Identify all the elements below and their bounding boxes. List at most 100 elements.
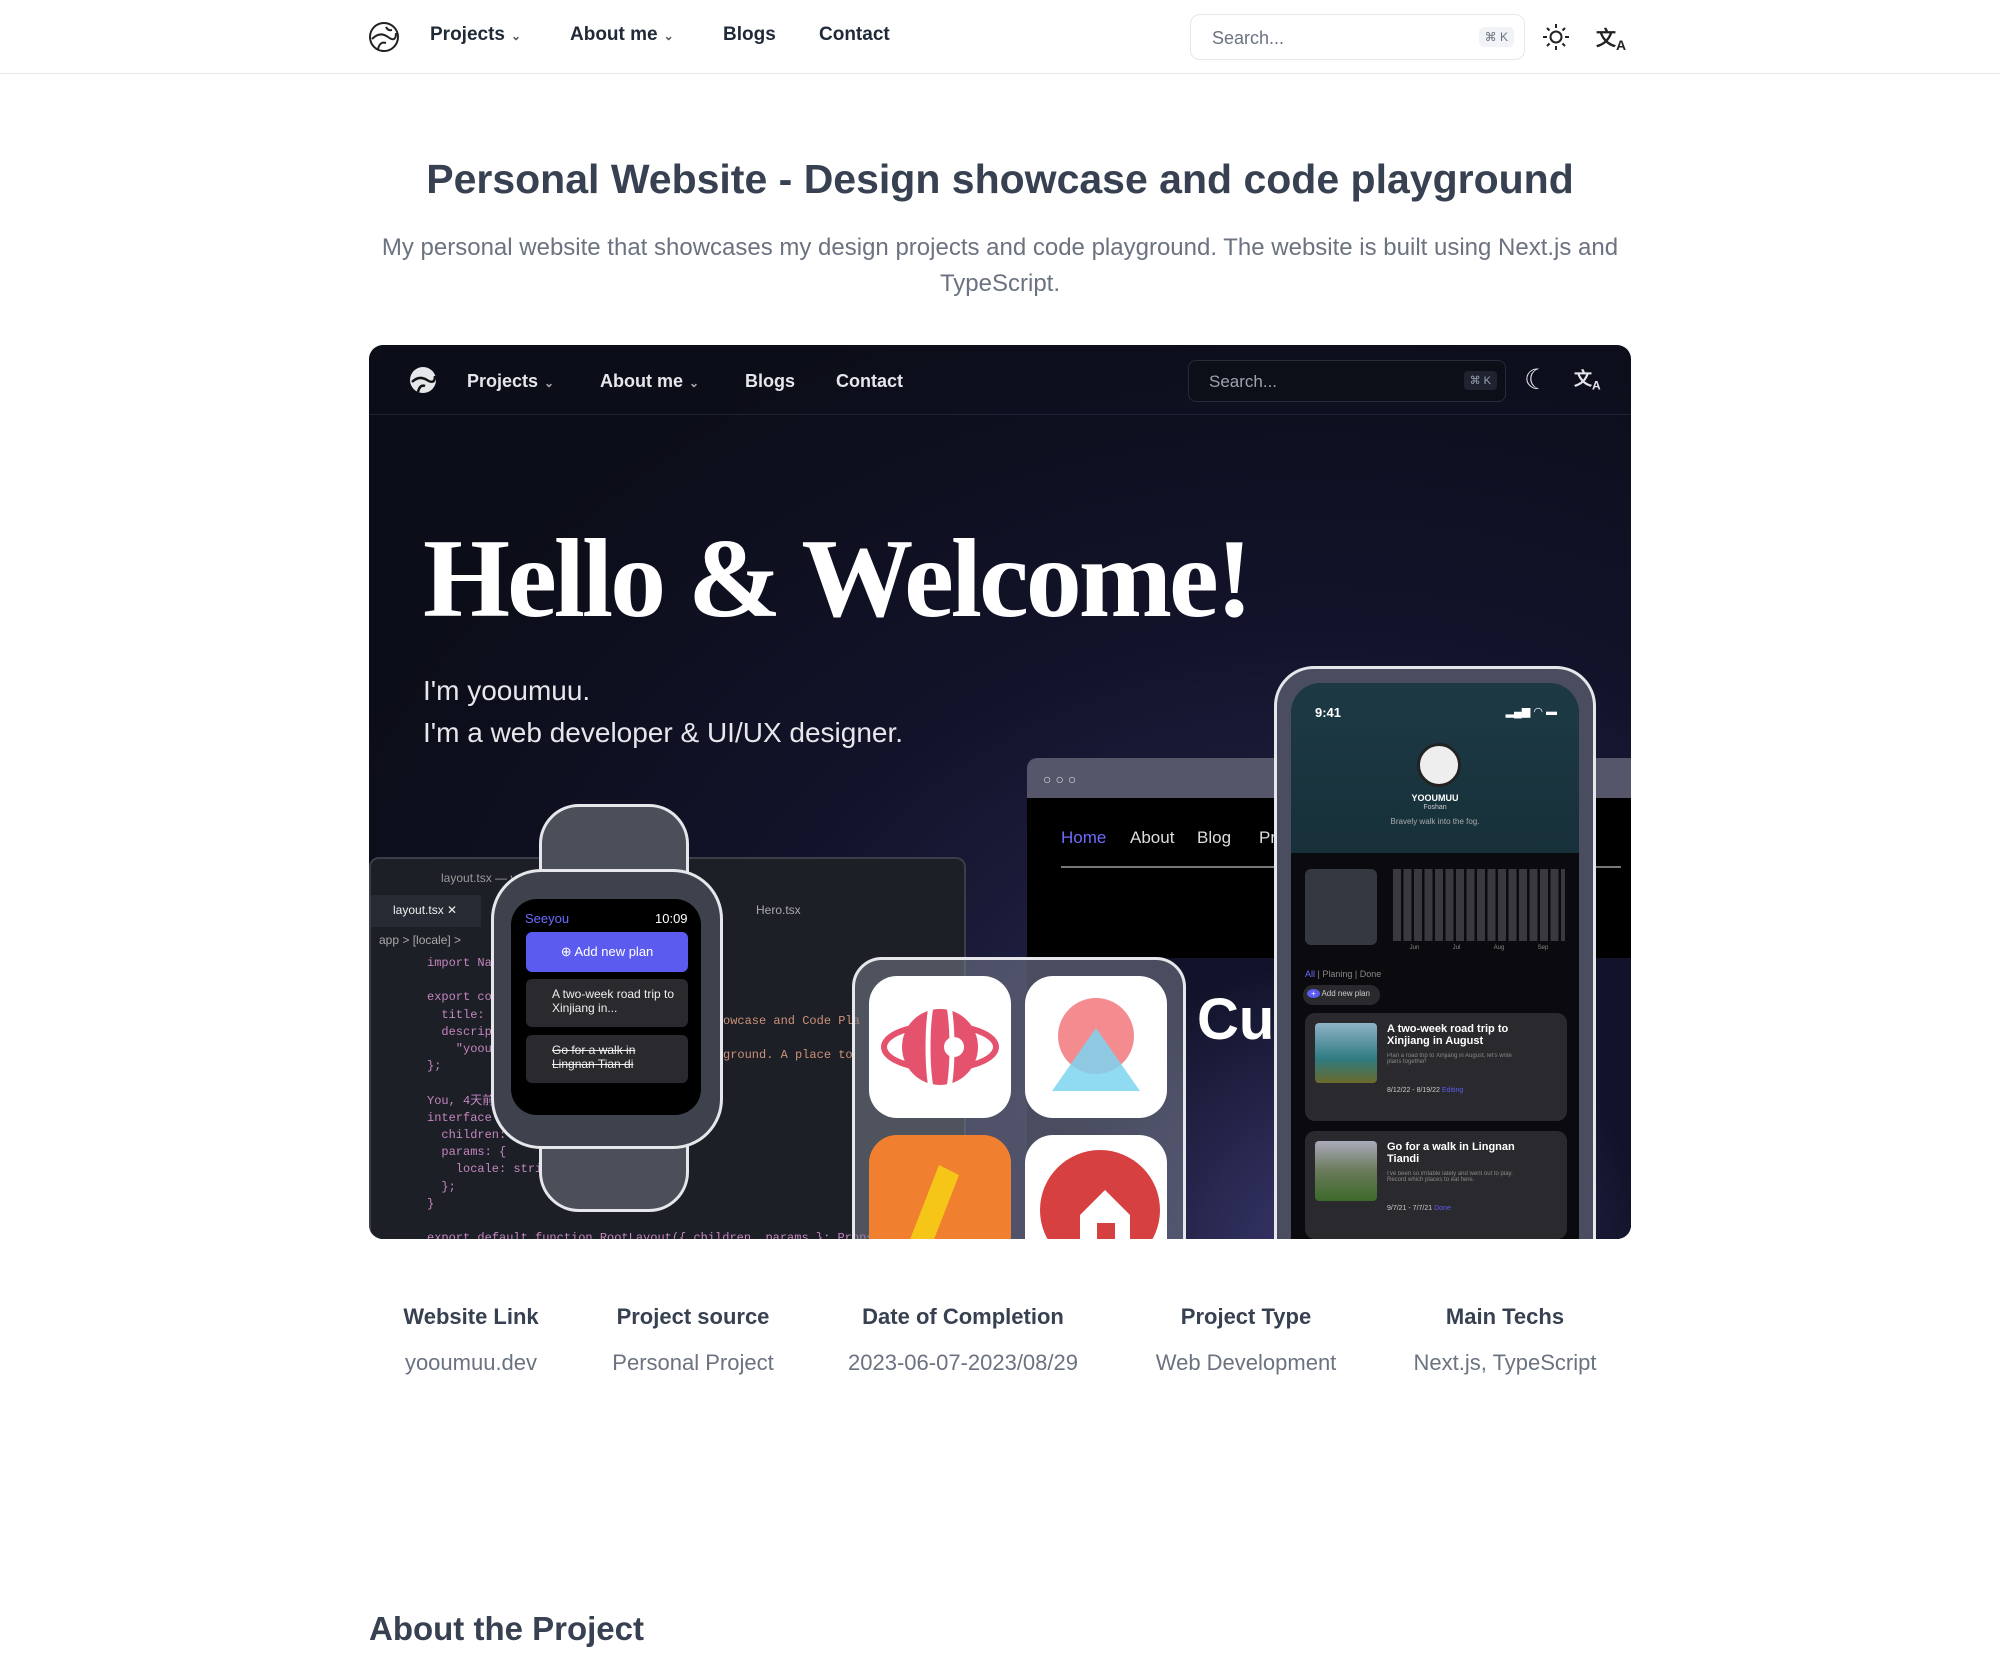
home-app-icon — [1025, 1135, 1167, 1239]
translate-icon: 文A — [1574, 369, 1601, 393]
editor-tab-2: Hero.tsx — [756, 903, 801, 917]
month: Jun — [1409, 945, 1420, 951]
meta-value: Next.js, TypeScript — [1413, 1350, 1597, 1375]
hero-screenshot: Projects ⌄ About me ⌄ Blogs Contact Search… — [369, 345, 1631, 1239]
hero-nav-projects: Projects ⌄ — [467, 371, 554, 392]
meta-label: Main Techs — [1445, 1304, 1565, 1329]
meta-value: Web Development — [1155, 1350, 1337, 1375]
activity-months: Jun Jul Aug Sep — [1393, 945, 1565, 951]
label: Add new plan — [574, 944, 654, 959]
plan-card: Go for a walk in Lingnan Tiandi I've been… — [1305, 1131, 1567, 1239]
meta-website-link: Website Link yooumuu.dev — [403, 1304, 538, 1376]
planet-app-icon — [869, 976, 1011, 1118]
meta-label: Project source — [616, 1304, 770, 1329]
nav-blogs[interactable]: Blogs — [723, 24, 776, 46]
pencil-app-icon — [869, 1135, 1011, 1239]
search-placeholder: Search... — [1212, 28, 1285, 48]
shortcut-badge: ⌘ K — [1463, 371, 1497, 390]
hero-intro-1: I'm yooumuu. — [423, 675, 591, 706]
sun-icon[interactable] — [1542, 23, 1570, 51]
search-input[interactable]: Search... ⌘ K — [1190, 14, 1525, 60]
chevron-down-icon: ⌄ — [544, 376, 555, 390]
about-heading: About the Project — [369, 1610, 645, 1647]
phone-filters: All | Planing | Done — [1305, 969, 1382, 979]
smartwatch-mockup: Seeyou 10:09 ⊕ Add new plan A two-week r… — [491, 804, 737, 1212]
shortcut-badge: ⌘ K — [1478, 27, 1514, 47]
meta-main-techs: Main Techs Next.js, TypeScript — [1414, 1304, 1597, 1376]
map-thumbnail — [1305, 869, 1377, 945]
watch-add-plan-button: ⊕ Add new plan — [526, 932, 688, 972]
card-title: Go for a walk in Lingnan Tiandi — [1387, 1141, 1515, 1165]
nav-about-me[interactable]: About me ⌄ — [570, 24, 674, 46]
profile-bio: Bravely walk into the fog. — [1390, 817, 1480, 826]
page-subtitle: My personal website that showcases my de… — [381, 234, 1619, 297]
label: Projects — [467, 371, 539, 391]
chevron-down-icon: ⌄ — [510, 29, 522, 43]
editor-tab: layout.tsx ✕ — [371, 895, 481, 927]
watch-item: A two-week road trip to Xinjiang in... — [526, 979, 688, 1027]
logo-icon[interactable] — [368, 21, 400, 53]
filter: All — [1305, 969, 1316, 979]
watch-time: 10:09 — [655, 911, 688, 926]
meta-date: Date of Completion 2023-06-07-2023/08/29 — [848, 1304, 1078, 1376]
status: Editing — [1441, 1087, 1464, 1094]
placeholder: Search... — [1209, 372, 1278, 391]
meta-project-source: Project source Personal Project — [612, 1304, 773, 1376]
nav-about-label: About me — [570, 24, 658, 45]
chevron-down-icon: ⌄ — [689, 376, 700, 390]
app-icons-mockup — [852, 957, 1186, 1239]
moon-icon: ☾ — [1524, 364, 1550, 395]
status: Done — [1434, 1205, 1451, 1212]
avatar — [1417, 743, 1461, 787]
top-navbar: Projects ⌄ About me ⌄ Blogs Contact Search… — [0, 0, 2000, 74]
logo-icon — [410, 367, 437, 393]
status-icons: ▂▄▆ ◠ ▬ — [1505, 706, 1557, 718]
meta-label: Website Link — [403, 1304, 539, 1329]
translate-icon[interactable]: 文A — [1596, 22, 1626, 53]
profile-location: Foshan — [1423, 804, 1447, 811]
phone-add-plan: + Add new plan — [1303, 985, 1380, 1005]
meta-value: Personal Project — [612, 1350, 774, 1375]
meta-label: Date of Completion — [862, 1304, 1064, 1329]
dates: 8/12/22 - 8/19/22 — [1387, 1087, 1440, 1094]
phone-mockup: 9:41 ▂▄▆ ◠ ▬ YOOUMUU Foshan Bravely walk… — [1274, 666, 1596, 1239]
filter: Done — [1359, 969, 1382, 979]
label: Add new plan — [1321, 989, 1370, 998]
watch-app-name: Seeyou — [525, 911, 570, 926]
hero-search: Search... ⌘ K — [1188, 360, 1506, 402]
hero-navbar: Projects ⌄ About me ⌄ Blogs Contact Search… — [369, 345, 1631, 415]
chevron-down-icon: ⌄ — [663, 29, 674, 43]
card-dates: 9/7/21 - 7/7/21 Done — [1387, 1205, 1451, 1212]
tab-label: layout.tsx — [393, 903, 444, 917]
nav-contact[interactable]: Contact — [819, 24, 890, 46]
editor-breadcrumb: app > [locale] > — [379, 933, 462, 947]
meta-label: Project Type — [1180, 1304, 1312, 1329]
browser-link: Blog — [1197, 828, 1232, 847]
profile-name: YOOUMUU — [1411, 793, 1459, 803]
card-desc: Plan a road trip to Xinjiang in August, … — [1387, 1053, 1512, 1065]
hero-nav-about: About me ⌄ — [600, 371, 699, 392]
activity-grid — [1393, 869, 1565, 941]
month: Jul — [1452, 945, 1461, 951]
mountain-app-icon — [1025, 976, 1167, 1118]
hero-nav-blogs: Blogs — [745, 371, 796, 391]
nav-projects[interactable]: Projects ⌄ — [430, 24, 521, 46]
meta-value[interactable]: yooumuu.dev — [403, 1350, 538, 1376]
code-fragment: ground. A place to — [723, 1048, 853, 1062]
hero-intro-2: I'm a web developer & UI/UX designer. — [423, 717, 904, 748]
browser-link: About — [1130, 828, 1175, 847]
nav-projects-label: Projects — [430, 24, 505, 45]
plan-card: A two-week road trip to Xinjiang in Augu… — [1305, 1013, 1567, 1121]
meta-value: 2023-06-07-2023/08/29 — [848, 1350, 1078, 1375]
dates: 9/7/21 - 7/7/21 — [1387, 1205, 1433, 1212]
label: About me — [600, 371, 683, 391]
watch-item: Go for a walk in Lingnan Tian di — [526, 1035, 688, 1083]
hero-heading: Hello & Welcome! — [423, 517, 1253, 641]
code-fragment: owcase and Code Pla — [723, 1014, 860, 1028]
month: Aug — [1493, 945, 1505, 951]
page-title: Personal Website - Design showcase and c… — [426, 156, 1574, 202]
card-dates: 8/12/22 - 8/19/22 Editing — [1387, 1087, 1463, 1094]
code-line: export default function RootLayout({ chi… — [427, 1231, 881, 1239]
card-desc: I've been so irritable lately and went o… — [1387, 1171, 1513, 1183]
